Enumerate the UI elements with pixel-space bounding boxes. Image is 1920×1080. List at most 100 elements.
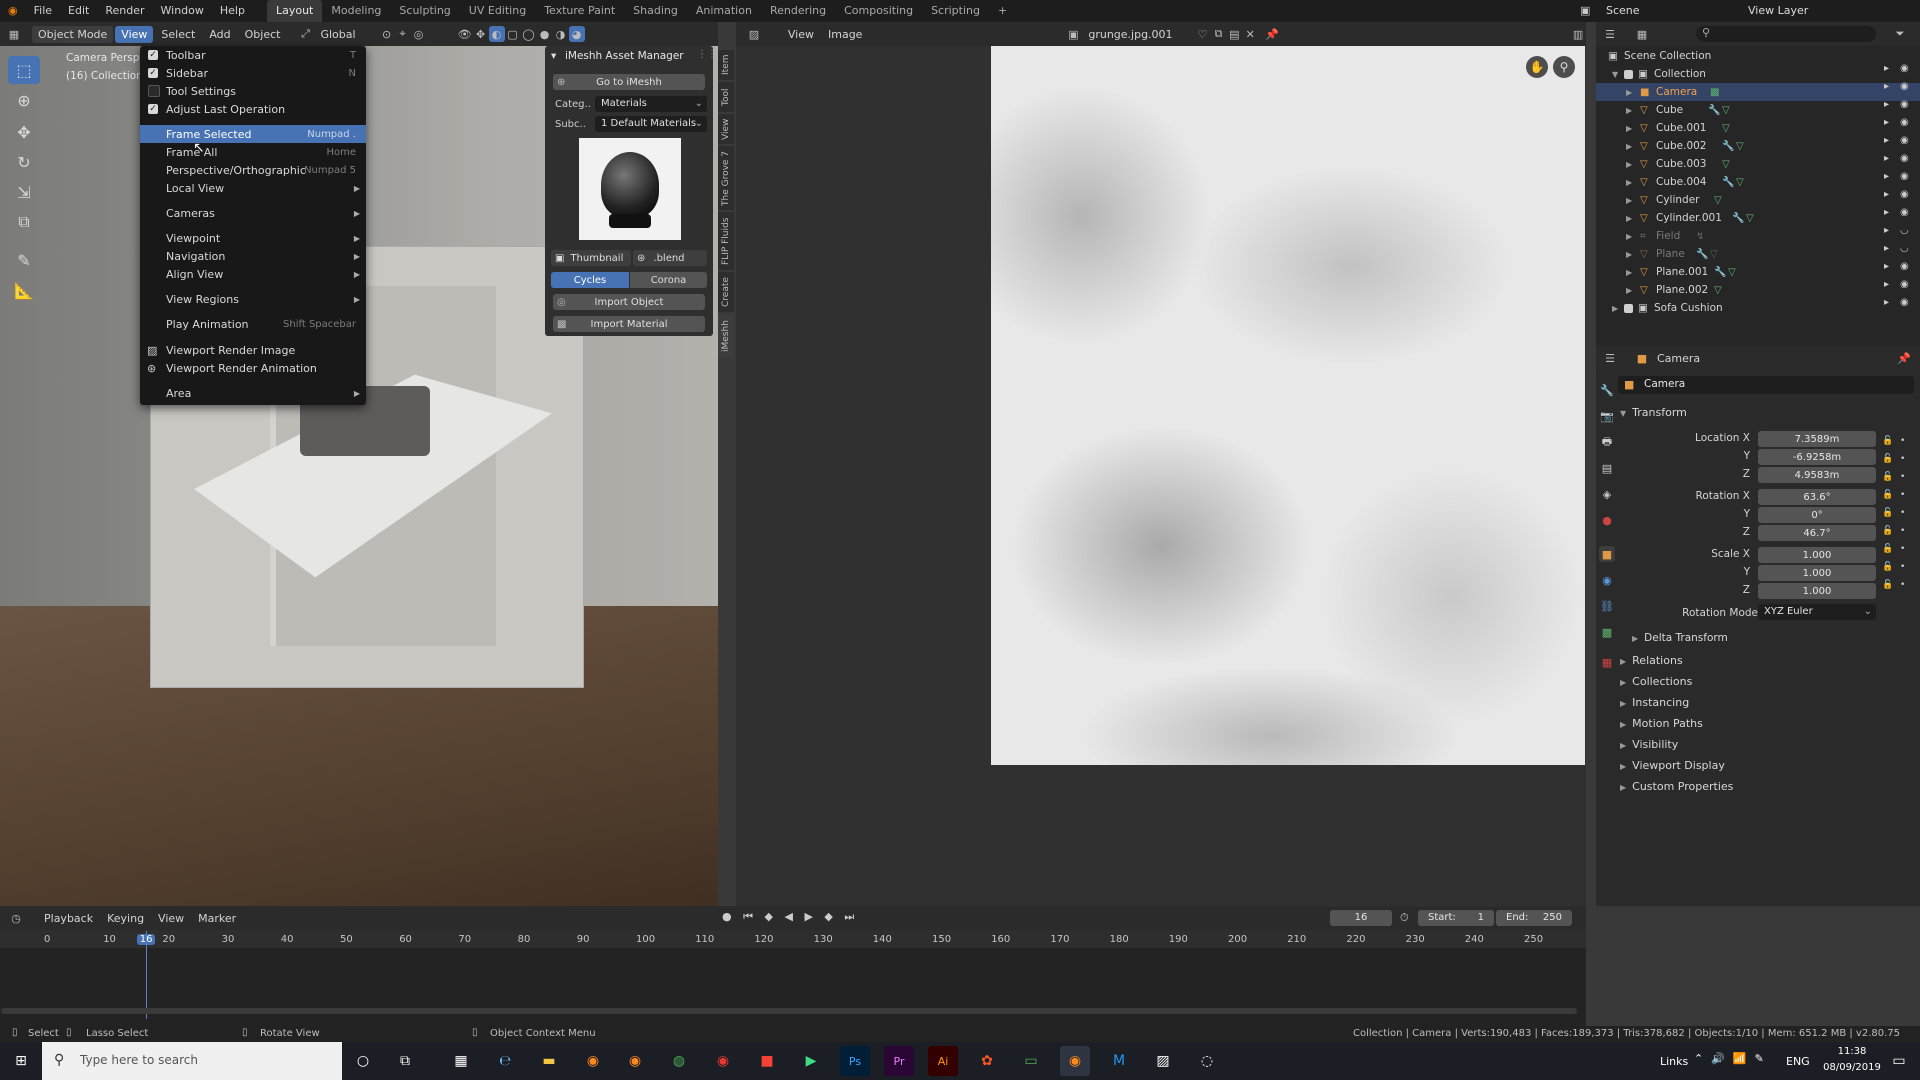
checkbox-empty-icon[interactable] <box>148 85 160 97</box>
transform-section-header[interactable]: ▼ Transform <box>1620 406 1687 419</box>
workspace-tab-uv-editing[interactable]: UV Editing <box>460 0 535 22</box>
select-filter-icons[interactable]: ▸ ▸ ▸ ▸ ▸ ▸ ▸ ▸ ▸ ▸ ▸ ▸ ▸ ▸ <box>1884 60 1889 312</box>
menu-item-local-view[interactable]: Local View ▶ <box>140 179 366 197</box>
jump-start-icon[interactable]: ⏮ <box>743 910 757 923</box>
cursor-tool-icon[interactable]: ⊕ <box>8 86 40 114</box>
scene-selector[interactable]: Scene <box>1606 4 1640 17</box>
keying-menu[interactable]: Keying <box>101 910 150 927</box>
blender-logo-icon[interactable]: ◉ <box>0 0 26 22</box>
output-properties-tab-icon[interactable]: 🖶 <box>1599 434 1615 450</box>
measure-tool-icon[interactable]: 📐 <box>8 276 40 304</box>
orientation-dropdown[interactable]: Global <box>314 26 361 43</box>
app-red-cube-icon[interactable]: ■ <box>752 1046 782 1076</box>
rotation-mode-dropdown[interactable]: XYZ Euler ⌄ <box>1758 604 1876 620</box>
view-layer-tab-icon[interactable]: ▤ <box>1599 460 1615 476</box>
timeline-scrollbar[interactable] <box>1 1008 1577 1014</box>
menu-item-play-animation[interactable]: Play Animation Shift Spacebar <box>140 315 366 333</box>
solid-shading-icon[interactable]: ● <box>537 26 553 42</box>
checkbox-checked-icon[interactable] <box>1624 303 1633 313</box>
xray-icon[interactable]: ▢ <box>505 26 521 42</box>
texture-properties-tab-icon[interactable]: ▦ <box>1599 654 1615 670</box>
photoshop-app-icon[interactable]: Ps <box>840 1046 870 1076</box>
outliner-row-cube[interactable]: ▶ ▽ Cube 🔧 ▽ <box>1596 101 1920 119</box>
fake-user-icon[interactable]: ♡ <box>1195 26 1211 42</box>
outliner-search-input[interactable]: ⚲ <box>1696 26 1876 42</box>
system-tray-icons[interactable]: ⌃🔊📶✎ <box>1694 1052 1772 1065</box>
rotation-x-field[interactable]: 63.6° <box>1758 489 1876 505</box>
image-editor-type-icon[interactable]: ▨ <box>746 26 762 42</box>
green-app-icon[interactable]: ▭ <box>1016 1046 1046 1076</box>
outliner-row-cube-004[interactable]: ▶ ▽ Cube.004 🔧 ▽ <box>1596 173 1920 191</box>
workspace-tab-texture-paint[interactable]: Texture Paint <box>535 0 624 22</box>
select-tool-icon[interactable]: ⬚ <box>8 56 40 84</box>
checkbox-checked-icon[interactable]: ✓ <box>148 50 158 60</box>
checkbox-checked-icon[interactable] <box>1624 69 1633 79</box>
rotation-z-field[interactable]: 46.7° <box>1758 525 1876 541</box>
sidebar-tab-imeshh[interactable]: iMeshh <box>718 314 734 358</box>
image-menu[interactable]: Image <box>822 26 868 43</box>
taskbar-search-box[interactable]: ⚲ Type here to search <box>42 1042 342 1080</box>
object-data-tab-icon[interactable]: ▩ <box>1599 624 1615 640</box>
jump-end-icon[interactable]: ⏭ <box>844 910 858 923</box>
menu-item-frame-all[interactable]: Frame All Home <box>140 143 366 161</box>
engine-corona-toggle[interactable]: Corona <box>630 272 707 288</box>
sidebar-tab-item[interactable]: Item <box>718 50 734 80</box>
expand-arrow-icon[interactable]: ▶ <box>1626 214 1632 223</box>
expand-arrow-icon[interactable]: ▶ <box>1626 250 1632 259</box>
play-reverse-icon[interactable]: ◀ <box>784 910 796 923</box>
menu-item-align-view[interactable]: Align View ▶ <box>140 265 366 283</box>
move-tool-icon[interactable]: ✥ <box>8 118 40 146</box>
drag-handle-icon[interactable]: ⋮⋮ <box>697 49 717 60</box>
expand-arrow-icon[interactable]: ▶ <box>1626 142 1632 151</box>
location-z-field[interactable]: 4.9583m <box>1758 467 1876 483</box>
outliner-row-sofa-cushion[interactable]: ▶ ▣ Sofa Cushion <box>1596 299 1920 317</box>
workspace-tab-modeling[interactable]: Modeling <box>322 0 390 22</box>
scale-x-field[interactable]: 1.000 <box>1758 547 1876 563</box>
visibility-section[interactable]: ▶ Visibility <box>1620 738 1678 751</box>
end-frame-field[interactable]: End: 250 <box>1496 910 1572 926</box>
outliner-row-field[interactable]: ▶ ⌗ Field ↯ <box>1596 227 1920 245</box>
unlink-image-icon[interactable]: ✕ <box>1242 26 1258 42</box>
start-frame-field[interactable]: Start: 1 <box>1418 910 1494 926</box>
menu-item-frame-selected[interactable]: Frame Selected Numpad . <box>140 125 366 143</box>
menu-render[interactable]: Render <box>97 0 152 22</box>
go-to-imeshh-button[interactable]: ⊕ Go to iMeshh <box>553 74 705 90</box>
outliner-row-plane[interactable]: ▶ ▽ Plane 🔧 ▽ <box>1596 245 1920 263</box>
workspace-tab-sculpting[interactable]: Sculpting <box>390 0 459 22</box>
clock-date[interactable]: 08/09/2019 <box>1816 1062 1888 1073</box>
edge-app-icon[interactable]: ℮ <box>490 1046 520 1076</box>
next-keyframe-icon[interactable]: ◆ <box>824 910 836 923</box>
material-thumbnail[interactable] <box>579 138 681 240</box>
new-image-icon[interactable]: ⧉ <box>1211 26 1227 42</box>
eye-icons[interactable]: ◉ ◉ ◉ ◉ ◉ ◉ ◉ ◉ ◉ ◡ ◡ ◉ ◉ ◉ <box>1900 60 1909 312</box>
file-explorer-app-icon[interactable]: ▬ <box>534 1046 564 1076</box>
menu-item-toolbar[interactable]: ✓ Toolbar T <box>140 46 366 64</box>
constraints-tab-icon[interactable]: ⛓ <box>1599 598 1615 614</box>
open-image-icon[interactable]: ▤ <box>1226 26 1242 42</box>
prev-keyframe-icon[interactable]: ◆ <box>765 910 777 923</box>
thumbnail-button[interactable]: ▣ Thumbnail <box>551 250 631 266</box>
menu-window[interactable]: Window <box>153 0 212 22</box>
keyframe-dot-icons[interactable]: • • • • • • • • • <box>1900 432 1905 594</box>
record-icon[interactable]: ● <box>722 910 736 923</box>
workspace-tab-scripting[interactable]: Scripting <box>922 0 989 22</box>
gizmo-icon[interactable]: ✥ <box>473 26 489 42</box>
calculator-app-icon[interactable]: ▦ <box>446 1046 476 1076</box>
properties-editor-type-icon[interactable]: ☰ <box>1602 350 1618 366</box>
select-menu-button[interactable]: Select <box>155 26 201 43</box>
outliner-editor-type-icon[interactable]: ☰ <box>1602 26 1618 42</box>
scene-properties-tab-icon[interactable]: ◈ <box>1599 486 1615 502</box>
blender-app-icon-2[interactable]: ◉ <box>620 1046 650 1076</box>
tool-properties-tab-icon[interactable]: 🔧 <box>1599 382 1615 398</box>
notification-center-icon[interactable]: ▭ <box>1884 1046 1914 1076</box>
pan-hand-icon[interactable]: ✋ <box>1526 56 1548 78</box>
blend-button[interactable]: ⊛ .blend <box>633 250 707 266</box>
sidebar-tab-create[interactable]: Create <box>718 272 734 312</box>
circle-app-icon[interactable]: ◌ <box>1192 1046 1222 1076</box>
view-layer-selector[interactable]: View Layer <box>1748 4 1808 17</box>
timeline-editor-type-icon[interactable]: ◷ <box>8 910 24 926</box>
timeline-view-menu[interactable]: View <box>152 910 190 927</box>
editor-type-icon[interactable]: ▦ <box>6 26 22 42</box>
pin-icon[interactable]: 📌 <box>1896 350 1912 366</box>
stopwatch-icon[interactable]: ⏱ <box>1400 911 1409 925</box>
